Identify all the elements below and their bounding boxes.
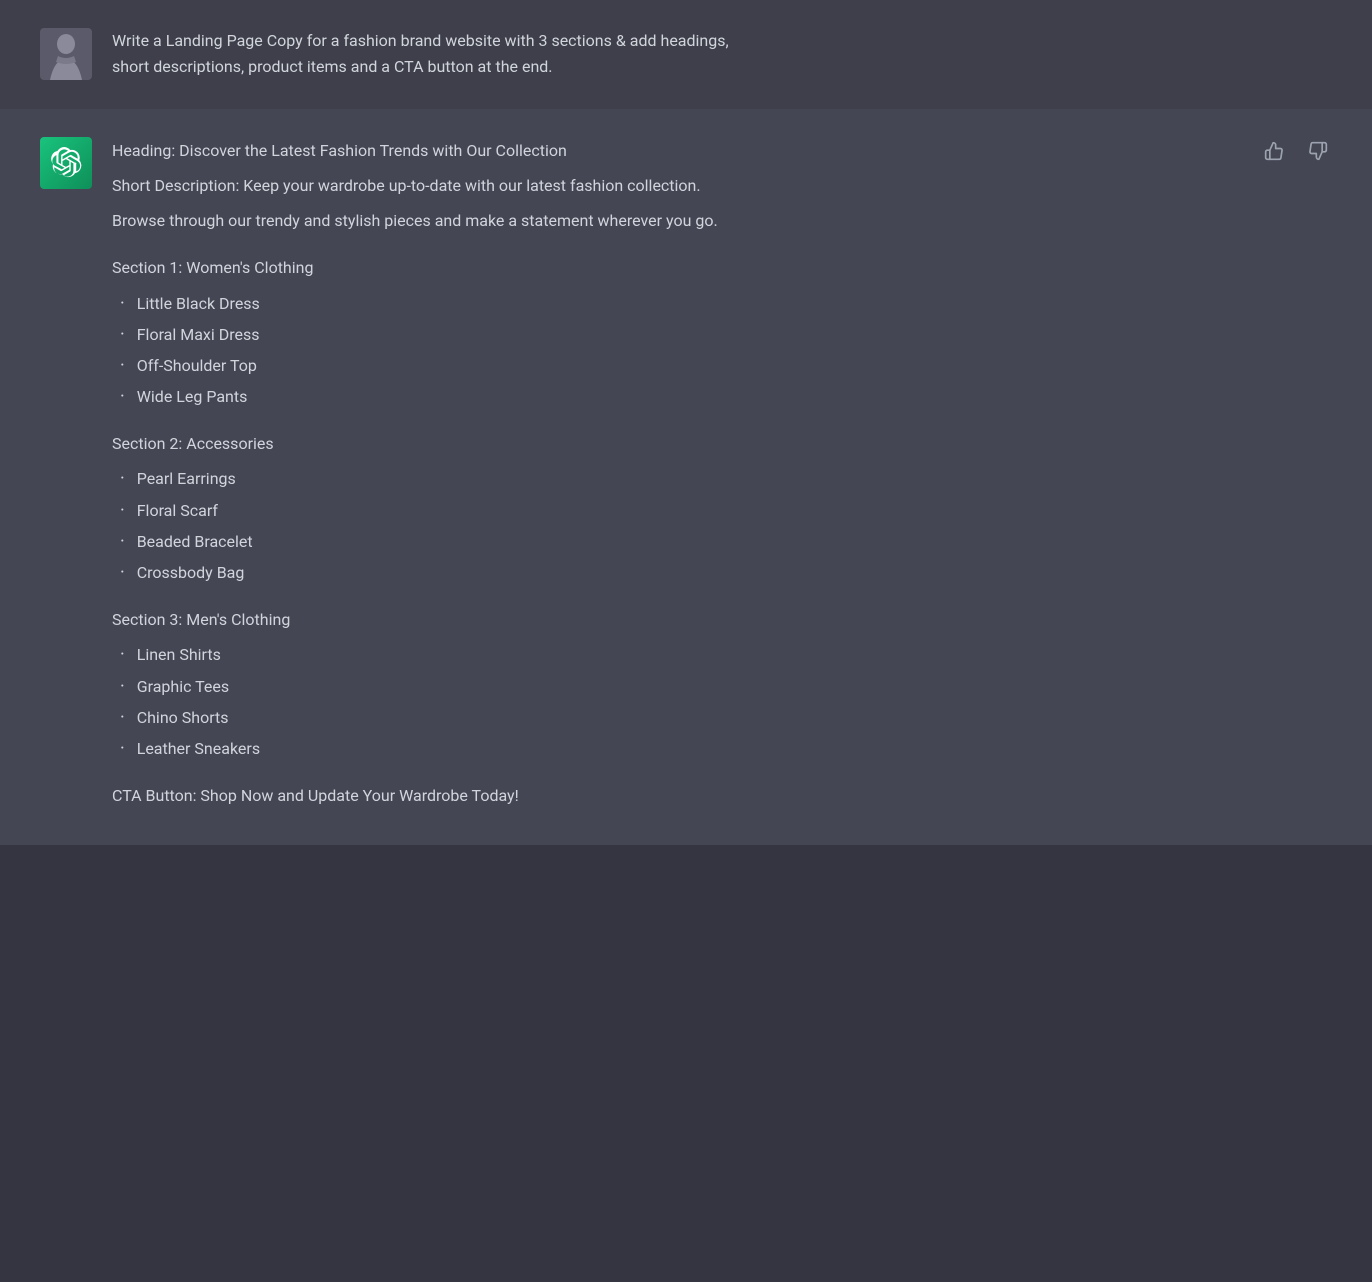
section1-list: ·Little Black Dress ·Floral Maxi Dress ·… <box>112 290 718 411</box>
list-item: ·Pearl Earrings <box>112 465 718 492</box>
cta-text: CTA Button: Shop Now and Update Your War… <box>112 782 718 809</box>
list-item: ·Floral Scarf <box>112 497 718 524</box>
list-item: ·Beaded Bracelet <box>112 528 718 555</box>
section3-title: Section 3: Men's Clothing <box>112 606 718 633</box>
list-item: ·Crossbody Bag <box>112 559 718 586</box>
ai-short-desc-1: Short Description: Keep your wardrobe up… <box>112 172 718 199</box>
thumbs-down-button[interactable] <box>1304 137 1332 165</box>
list-item: ·Wide Leg Pants <box>112 383 718 410</box>
list-item: ·Chino Shorts <box>112 704 718 731</box>
ai-avatar <box>40 137 92 189</box>
section1-title: Section 1: Women's Clothing <box>112 254 718 281</box>
list-item: ·Graphic Tees <box>112 673 718 700</box>
user-message-text: Write a Landing Page Copy for a fashion … <box>112 28 729 81</box>
user-message: Write a Landing Page Copy for a fashion … <box>0 0 1372 109</box>
list-item: ·Linen Shirts <box>112 641 718 668</box>
list-item: ·Floral Maxi Dress <box>112 321 718 348</box>
list-item: ·Off-Shoulder Top <box>112 352 718 379</box>
ai-short-desc-2: Browse through our trendy and stylish pi… <box>112 207 718 234</box>
section3-list: ·Linen Shirts ·Graphic Tees ·Chino Short… <box>112 641 718 762</box>
list-item: ·Leather Sneakers <box>112 735 718 762</box>
section2-list: ·Pearl Earrings ·Floral Scarf ·Beaded Br… <box>112 465 718 586</box>
ai-message: Heading: Discover the Latest Fashion Tre… <box>0 109 1372 846</box>
thumbs-up-button[interactable] <box>1260 137 1288 165</box>
list-item: ·Little Black Dress <box>112 290 718 317</box>
user-avatar <box>40 28 92 80</box>
feedback-icons <box>1260 137 1332 165</box>
ai-message-content: Heading: Discover the Latest Fashion Tre… <box>112 137 718 818</box>
section2-title: Section 2: Accessories <box>112 430 718 457</box>
ai-heading: Heading: Discover the Latest Fashion Tre… <box>112 137 718 164</box>
